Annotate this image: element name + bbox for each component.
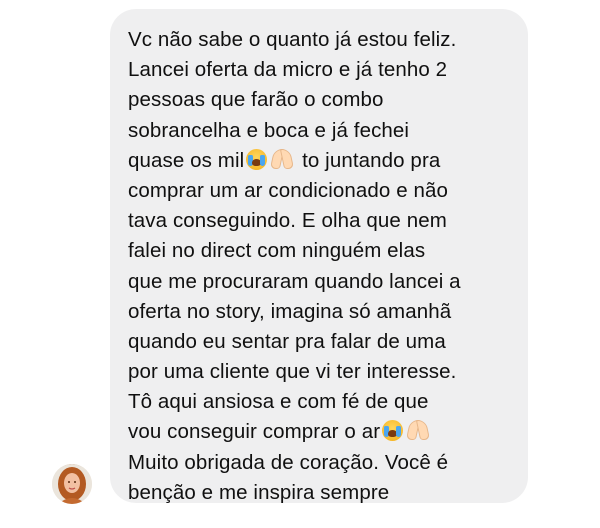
message-line: Lancei oferta da micro e já tenho 2 [128, 58, 448, 82]
message-line: oferta no story, imagina só amanhã [128, 299, 452, 323]
message-bubble[interactable]: Vc não sabe o quanto já estou feliz. Lan… [110, 9, 528, 504]
message-line: benção e me inspira sempre [128, 480, 390, 504]
folded-hands-icon [406, 419, 430, 441]
message-line-with-emoji: vou conseguir comprar o ar [128, 417, 510, 447]
sender-avatar[interactable] [52, 464, 92, 504]
message-line: Tô aqui ansiosa e com fé de que [128, 390, 429, 414]
message-line-with-emoji: quase os mil to juntando pra [128, 146, 510, 176]
folded-hands-icon [270, 148, 294, 170]
message-line: Vc não sabe o quanto já estou feliz. [128, 28, 457, 51]
message-line: comprar um ar condicionado e não [128, 178, 448, 202]
message-line: Muito obrigada de coração. Você é [128, 450, 449, 474]
message-line: por uma cliente que vi ter interesse. [128, 360, 457, 384]
message-line: pessoas que farão o combo [128, 88, 384, 112]
message-text: vou conseguir comprar o ar [128, 420, 381, 444]
message-line: quando eu sentar pra falar de uma [128, 329, 446, 353]
profile-photo-icon [52, 464, 92, 504]
message-line: que me procuraram quando lancei a [128, 269, 461, 293]
crying-face-icon [246, 148, 268, 170]
message-line: sobrancelha e boca e já fechei [128, 118, 410, 142]
message-line: falei no direct com ninguém elas [128, 239, 426, 263]
message-text: to juntando pra [296, 148, 441, 172]
message-line: tava conseguindo. E olha que nem [128, 209, 447, 233]
message-text: quase os mil [128, 148, 245, 172]
chat-thread: Vc não sabe o quanto já estou feliz. Lan… [0, 0, 600, 528]
crying-face-icon [382, 420, 404, 442]
